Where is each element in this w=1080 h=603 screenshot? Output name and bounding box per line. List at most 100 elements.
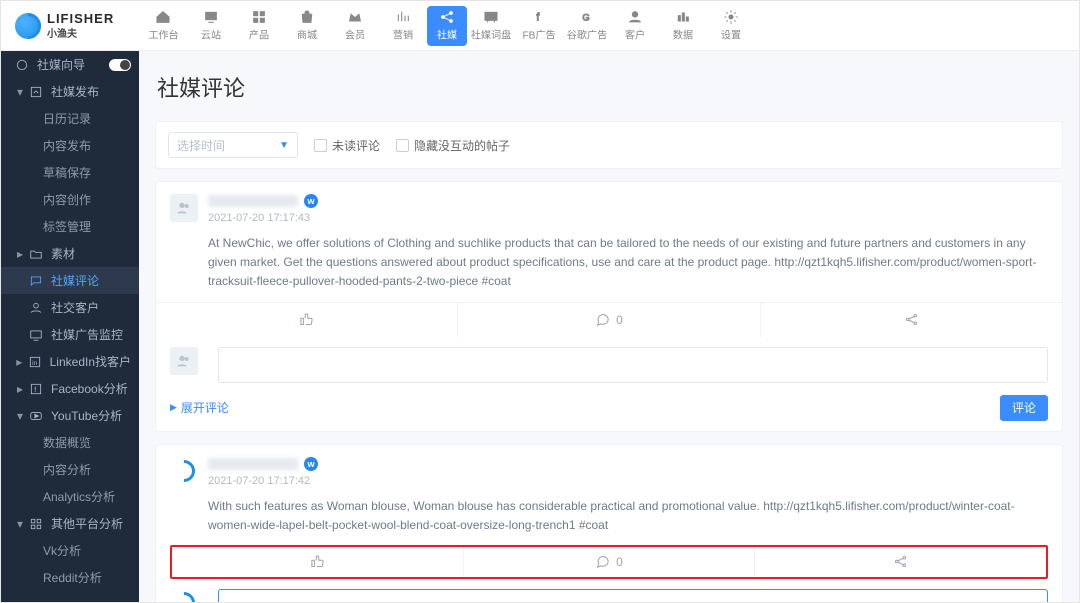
mall-icon xyxy=(299,9,315,25)
sidebar-item[interactable]: 标签管理 xyxy=(1,213,139,240)
sidebar-item[interactable]: 内容分析 xyxy=(1,456,139,483)
caret-down-icon: ▾ xyxy=(15,85,25,99)
sidebar-linkedin[interactable]: ▸ in LinkedIn找客户 xyxy=(1,348,139,375)
sidebar-facebook[interactable]: ▸ f Facebook分析 xyxy=(1,375,139,402)
sidebar-item[interactable]: 数据概览 xyxy=(1,429,139,456)
sidebar-material[interactable]: ▸ 素材 xyxy=(1,240,139,267)
vk-badge-icon: w xyxy=(304,194,318,208)
reply-avatar xyxy=(170,347,198,375)
edit-icon xyxy=(29,85,43,99)
marketing-icon xyxy=(395,9,411,25)
sidebar-comments[interactable]: 社媒评论 xyxy=(1,267,139,294)
facebook-icon: f xyxy=(29,382,43,396)
brand-logo: LIFISHER 小渔夫 xyxy=(1,12,139,40)
youtube-icon xyxy=(29,409,43,423)
post-card: w 2021-07-20 17:17:43 At NewChic, we off… xyxy=(155,181,1063,432)
monitor-icon xyxy=(29,328,43,342)
expand-comments-link[interactable]: 展开评论 xyxy=(170,399,229,416)
vk-badge-icon: w xyxy=(304,457,318,471)
product-icon xyxy=(251,9,267,25)
post-body: At NewChic, we offer solutions of Clothi… xyxy=(208,234,1048,292)
svg-text:f: f xyxy=(34,386,36,393)
settings-icon xyxy=(723,9,739,25)
sidebar-item[interactable]: 日历记录 xyxy=(1,105,139,132)
like-button[interactable] xyxy=(156,303,457,337)
brand-name: LIFISHER xyxy=(47,12,114,25)
chevron-down-icon: ▼ xyxy=(279,140,289,151)
comment-count[interactable]: 0 xyxy=(457,303,759,337)
sidebar-item[interactable]: 内容发布 xyxy=(1,132,139,159)
customer-icon xyxy=(627,9,643,25)
wizard-toggle[interactable] xyxy=(109,59,131,71)
reply-input[interactable] xyxy=(218,347,1048,383)
topnav-fb-ads[interactable]: fFB广告 xyxy=(515,1,563,50)
social-rlb-icon xyxy=(483,9,499,25)
caret-right-icon: ▸ xyxy=(15,247,25,261)
sidebar-ad-monitor[interactable]: 社媒广告监控 xyxy=(1,321,139,348)
sidebar: 社媒向导 ▾ 社媒发布 日历记录内容发布草稿保存内容创作标签管理 ▸ 素材 社媒… xyxy=(1,51,139,602)
wizard-icon xyxy=(15,58,29,72)
post-card: w 2021-07-20 17:17:42 With such features… xyxy=(155,444,1063,602)
topnav-data[interactable]: 数据 xyxy=(659,1,707,50)
sidebar-wizard[interactable]: 社媒向导 xyxy=(1,51,139,78)
sidebar-item[interactable]: Vk分析 xyxy=(1,537,139,564)
brand-sub: 小渔夫 xyxy=(47,25,114,40)
comment-count[interactable]: 0 xyxy=(463,547,755,577)
unread-checkbox[interactable]: 未读评论 xyxy=(314,137,380,154)
workspace-icon xyxy=(155,9,171,25)
svg-text:f: f xyxy=(536,11,539,23)
sidebar-other[interactable]: ▾ 其他平台分析 xyxy=(1,510,139,537)
reply-input[interactable] xyxy=(218,589,1048,602)
top-nav: LIFISHER 小渔夫 工作台云站产品商城会员营销社媒社媒词盘fFB广告G谷歌… xyxy=(1,1,1079,51)
sidebar-publish[interactable]: ▾ 社媒发布 xyxy=(1,78,139,105)
sidebar-item[interactable]: 草稿保存 xyxy=(1,159,139,186)
topnav-social[interactable]: 社媒 xyxy=(427,6,467,46)
topnav-member[interactable]: 会员 xyxy=(331,1,379,50)
sidebar-social-customer[interactable]: 社交客户 xyxy=(1,294,139,321)
checkbox-icon xyxy=(396,139,409,152)
checkbox-icon xyxy=(314,139,327,152)
hide-no-interaction-checkbox[interactable]: 隐藏没互动的帖子 xyxy=(396,137,510,154)
data-icon xyxy=(675,9,691,25)
g-ads-icon: G xyxy=(579,9,595,25)
caret-down-icon: ▾ xyxy=(15,517,25,531)
topnav-g-ads[interactable]: G谷歌广告 xyxy=(563,1,611,50)
svg-text:in: in xyxy=(32,359,37,366)
folder-icon xyxy=(29,247,43,261)
username-blurred xyxy=(208,195,298,207)
username-blurred xyxy=(208,458,298,470)
post-timestamp: 2021-07-20 17:17:43 xyxy=(208,212,1048,224)
cloud-icon xyxy=(203,9,219,25)
sidebar-youtube[interactable]: ▾ YouTube分析 xyxy=(1,402,139,429)
topnav-marketing[interactable]: 营销 xyxy=(379,1,427,50)
sidebar-item[interactable]: 内容创作 xyxy=(1,186,139,213)
caret-right-icon: ▸ xyxy=(15,382,25,396)
like-button[interactable] xyxy=(172,547,463,577)
post-action-bar: 0 xyxy=(156,302,1062,337)
reply-avatar xyxy=(170,589,198,602)
topnav-cloud[interactable]: 云站 xyxy=(187,1,235,50)
topnav-product[interactable]: 产品 xyxy=(235,1,283,50)
caret-right-icon: ▸ xyxy=(15,355,24,369)
fb-ads-icon: f xyxy=(531,9,547,25)
sidebar-item[interactable]: Reddit分析 xyxy=(1,564,139,591)
topnav-workspace[interactable]: 工作台 xyxy=(139,1,187,50)
avatar xyxy=(170,194,198,222)
social-icon xyxy=(439,9,455,25)
topnav-social-rlb[interactable]: 社媒词盘 xyxy=(467,1,515,50)
time-range-select[interactable]: 选择时间 ▼ xyxy=(168,132,298,158)
topnav-mall[interactable]: 商城 xyxy=(283,1,331,50)
sidebar-item[interactable]: Analytics分析 xyxy=(1,483,139,510)
brand-logo-icon xyxy=(15,13,41,39)
share-button[interactable] xyxy=(754,547,1046,577)
filter-bar: 选择时间 ▼ 未读评论 隐藏没互动的帖子 xyxy=(155,121,1063,169)
main-content: 社媒评论 选择时间 ▼ 未读评论 隐藏没互动的帖子 xyxy=(139,51,1079,602)
topnav-customer[interactable]: 客户 xyxy=(611,1,659,50)
comment-icon xyxy=(29,274,43,288)
member-icon xyxy=(347,9,363,25)
topnav-settings[interactable]: 设置 xyxy=(707,1,755,50)
linkedin-icon: in xyxy=(28,355,42,369)
page-title: 社媒评论 xyxy=(157,71,1063,103)
comment-button[interactable]: 评论 xyxy=(1000,395,1048,421)
share-button[interactable] xyxy=(760,303,1062,337)
